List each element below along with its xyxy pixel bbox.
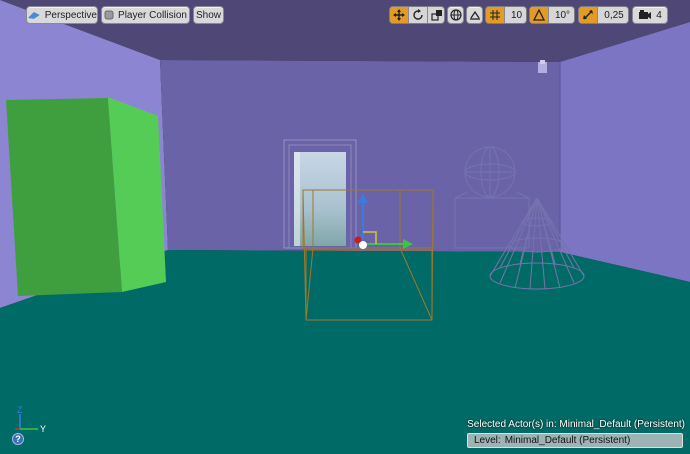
camera-speed-value: 4: [656, 9, 662, 21]
axis-z-label: Z: [17, 405, 23, 415]
rotation-snap-group: 10°: [529, 6, 575, 24]
scene-view[interactable]: [0, 0, 690, 454]
back-wall: [160, 60, 560, 252]
level-viewport[interactable]: Perspective Player Collision Show 10 10°…: [0, 0, 690, 454]
perspective-label: Perspective: [44, 9, 97, 21]
camera-speed-button[interactable]: 4: [632, 6, 668, 24]
translate-mode-button[interactable]: [390, 7, 408, 23]
player-collision-icon: [104, 10, 114, 20]
surface-snap-toggle[interactable]: [466, 6, 483, 24]
grid-snap-value-text: 10: [510, 9, 523, 21]
transform-mode-group: [389, 6, 445, 24]
grid-snap-value[interactable]: 10: [504, 7, 526, 23]
show-label: Show: [195, 9, 221, 21]
green-cube[interactable]: [6, 98, 166, 296]
rotation-snap-toggle[interactable]: [530, 7, 548, 23]
scale-snap-value[interactable]: 0,25: [597, 7, 628, 23]
player-collision-label: Player Collision: [118, 9, 187, 21]
rotate-mode-button[interactable]: [408, 7, 427, 23]
translate-icon: [393, 9, 405, 21]
show-button[interactable]: Show: [193, 6, 224, 24]
world-local-toggle[interactable]: [447, 6, 464, 24]
axis-y-label: Y: [40, 424, 46, 434]
doorway-side: [294, 152, 300, 246]
player-collision-button[interactable]: Player Collision: [101, 6, 190, 24]
help-icon[interactable]: ?: [12, 433, 24, 445]
rotation-snap-value-text: 10°: [554, 9, 571, 21]
grid-snap-toggle[interactable]: [486, 7, 504, 23]
rotate-icon: [413, 9, 423, 20]
scale-snap-toggle[interactable]: [579, 7, 597, 23]
level-value: Minimal_Default (Persistent): [504, 435, 631, 446]
scale-snap-group: 0,25: [578, 6, 629, 24]
doorway-opening: [294, 152, 346, 246]
surface-snap-icon: [469, 10, 480, 20]
level-label: Level:: [474, 435, 501, 446]
rotation-snap-icon: [533, 9, 545, 21]
right-wall: [560, 22, 690, 282]
rotation-snap-value[interactable]: 10°: [548, 7, 574, 23]
selected-actors-text: Selected Actor(s) in: Minimal_Default (P…: [467, 419, 685, 430]
scale-snap-icon: [583, 10, 593, 20]
grid-snap-group: 10: [485, 6, 527, 24]
globe-icon: [449, 9, 462, 21]
scale-icon: [431, 10, 442, 21]
grid-snap-icon: [490, 10, 500, 20]
perspective-button[interactable]: Perspective: [26, 6, 98, 24]
camera-speed-icon: [639, 10, 652, 19]
scale-snap-value-text: 0,25: [604, 9, 624, 21]
perspective-icon: [27, 12, 40, 19]
scale-mode-button[interactable]: [427, 7, 444, 23]
level-indicator[interactable]: Level: Minimal_Default (Persistent): [467, 433, 683, 448]
